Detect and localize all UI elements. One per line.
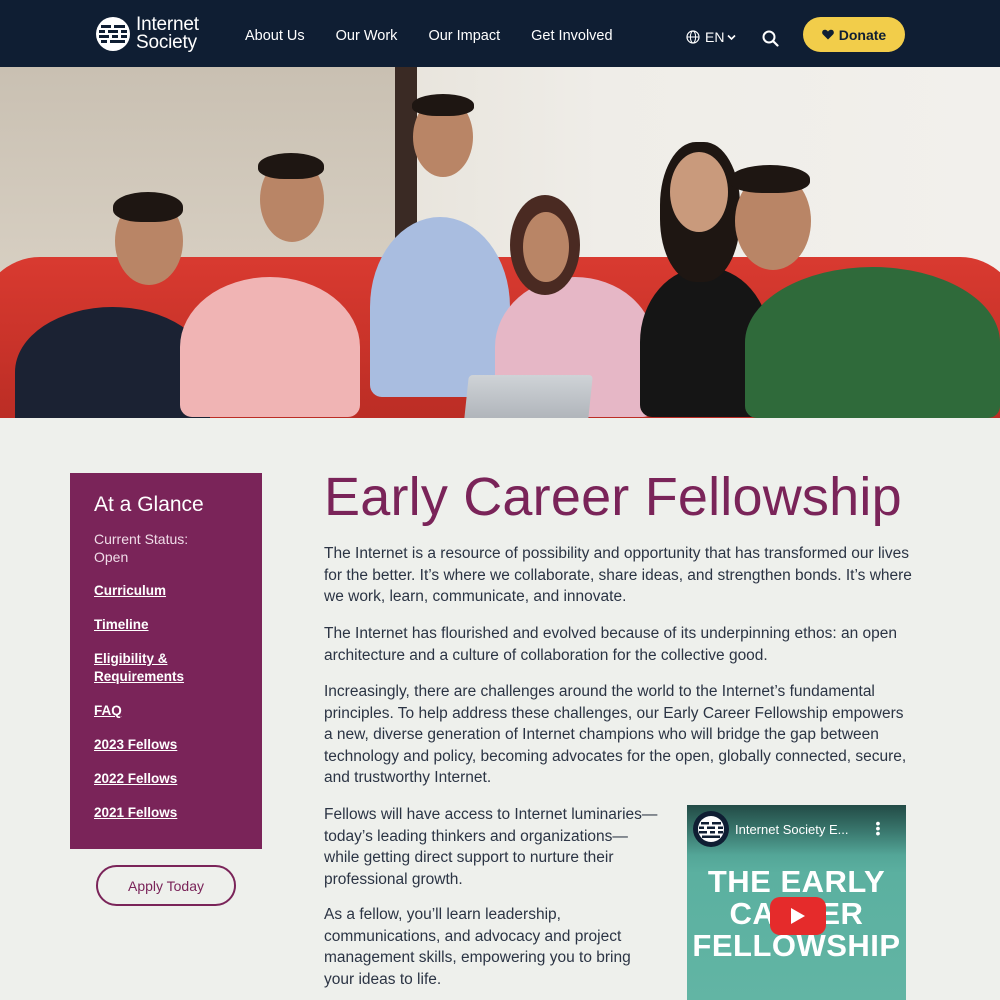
- challenges-paragraph: Increasingly, there are challenges aroun…: [324, 683, 907, 786]
- nav-about-us[interactable]: About Us: [245, 28, 305, 44]
- page-title: Early Career Fellowship: [324, 467, 902, 527]
- chevron-down-icon: [727, 34, 737, 40]
- site-header: Internet Society About Us Our Work Our I…: [0, 0, 1000, 67]
- apply-today-button[interactable]: Apply Today: [96, 865, 236, 906]
- sidebar-links: Curriculum Timeline Eligibility & Requir…: [94, 582, 262, 822]
- hero-photo: [0, 67, 1000, 418]
- sidebar-link-curriculum[interactable]: Curriculum: [94, 582, 262, 600]
- nav-our-impact[interactable]: Our Impact: [428, 28, 500, 44]
- donate-label: Donate: [838, 26, 887, 43]
- sidebar-link-2022-fellows[interactable]: 2022 Fellows: [94, 770, 262, 788]
- laptop: [463, 375, 593, 418]
- fellow-figure: [745, 267, 1000, 418]
- video-embed[interactable]: Internet Society E... ••• THE EARLY CARE…: [687, 805, 906, 1000]
- search-button[interactable]: [762, 30, 779, 52]
- heart-icon: [821, 29, 834, 40]
- play-button[interactable]: [770, 897, 826, 935]
- main-nav: About Us Our Work Our Impact Get Involve…: [245, 28, 644, 44]
- play-icon: [791, 908, 805, 924]
- sidebar-link-timeline[interactable]: Timeline: [94, 616, 262, 634]
- search-icon: [762, 30, 779, 47]
- channel-avatar[interactable]: [693, 811, 729, 847]
- globe-logo-icon: [96, 17, 130, 51]
- logo-wordmark: Internet Society: [136, 15, 199, 53]
- sidebar-link-2023-fellows[interactable]: 2023 Fellows: [94, 736, 262, 754]
- sidebar-link-faq[interactable]: FAQ: [94, 702, 262, 720]
- logo-line-2: Society: [136, 32, 197, 53]
- fellow-figure: [180, 277, 360, 417]
- access-paragraph: Fellows will have access to Internet lum…: [324, 806, 658, 888]
- sidebar-link-2021-fellows[interactable]: 2021 Fellows: [94, 804, 262, 822]
- at-a-glance-sidebar: At a Glance Current Status: Open Curricu…: [70, 473, 262, 849]
- skills-paragraph: As a fellow, you’ll learn leadership, co…: [324, 906, 631, 988]
- intro-paragraph: The Internet is a resource of possibilit…: [324, 545, 912, 605]
- more-options-icon[interactable]: • • •: [875, 816, 881, 840]
- globe-logo-icon: [698, 816, 724, 842]
- language-selector[interactable]: EN: [686, 29, 741, 45]
- nav-get-involved[interactable]: Get Involved: [531, 28, 612, 44]
- ethos-paragraph: The Internet has flourished and evolved …: [324, 625, 898, 664]
- sidebar-title: At a Glance: [94, 493, 204, 516]
- video-title[interactable]: Internet Society E...: [735, 822, 848, 837]
- thumbnail-line-1: THE EARLY: [707, 864, 886, 899]
- sidebar-link-eligibility[interactable]: Eligibility & Requirements: [94, 650, 204, 686]
- fellow-figure: [370, 217, 510, 397]
- language-label: EN: [705, 29, 725, 45]
- nav-our-work[interactable]: Our Work: [336, 28, 398, 44]
- internet-society-logo[interactable]: Internet Society: [95, 15, 215, 53]
- globe-icon: [686, 30, 700, 44]
- current-status: Current Status: Open: [94, 531, 189, 565]
- donate-button[interactable]: Donate: [803, 17, 905, 52]
